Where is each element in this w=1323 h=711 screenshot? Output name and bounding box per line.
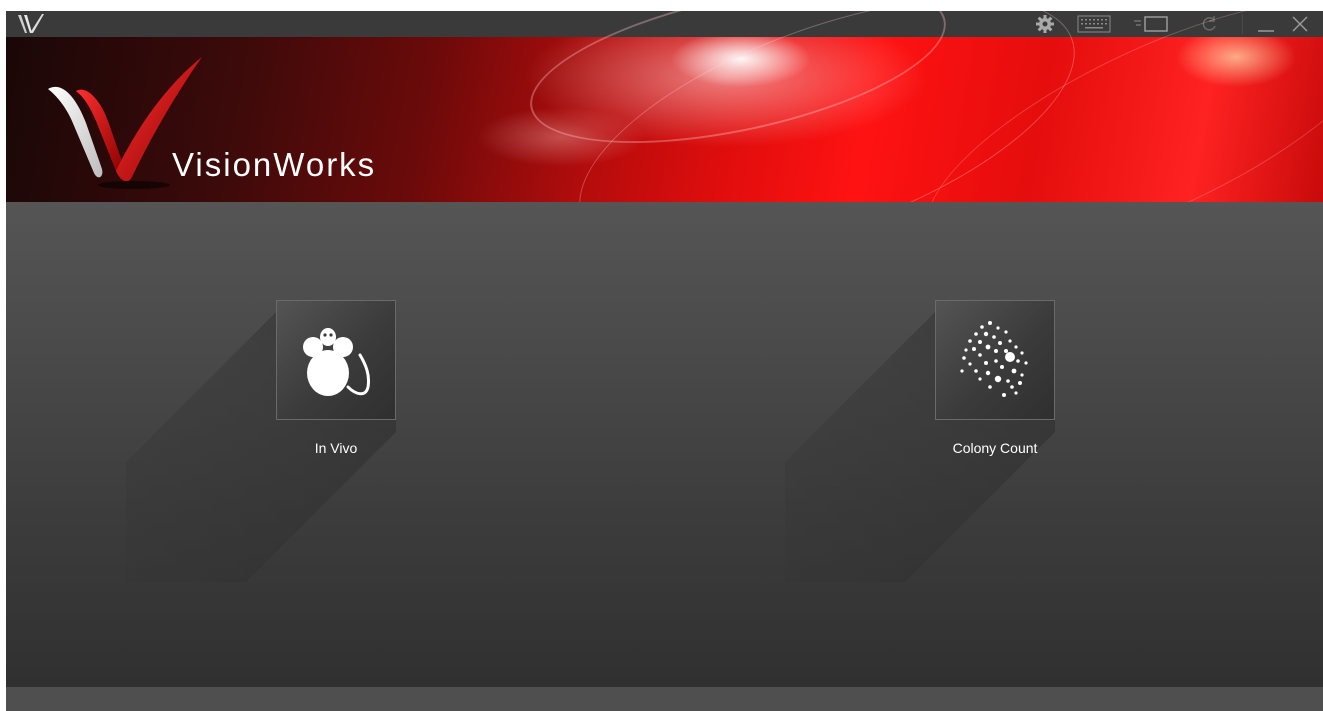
module-launcher-area: In Vivo Colony Count — [6, 202, 1323, 687]
camera-connect-icon[interactable] — [1131, 11, 1171, 37]
refresh-icon[interactable] — [1196, 11, 1222, 37]
app-logo-icon — [18, 14, 44, 33]
banner-sparkle — [476, 107, 646, 167]
module-label: Colony Count — [952, 440, 1038, 456]
visionworks-window: VisionWorks In Vivo Colony Count — [6, 11, 1323, 711]
app-title: VisionWorks — [172, 146, 377, 183]
module-label: In Vivo — [314, 440, 358, 456]
in-vivo-tile-button[interactable] — [276, 300, 396, 420]
keyboard-icon[interactable] — [1076, 11, 1112, 37]
titlebar-divider — [1242, 14, 1243, 34]
title-bar — [6, 11, 1323, 37]
status-bar — [6, 687, 1323, 711]
minimize-icon[interactable] — [1255, 11, 1277, 37]
mouse-icon — [303, 328, 370, 396]
module-tile-colony-count[interactable]: Colony Count — [935, 300, 1055, 456]
close-icon[interactable] — [1288, 11, 1312, 37]
colony-count-tile-button[interactable] — [935, 300, 1055, 420]
settings-gear-icon[interactable] — [1032, 11, 1058, 37]
module-tile-in-vivo[interactable]: In Vivo — [276, 300, 396, 456]
colony-dots-icon — [960, 321, 1028, 397]
header-banner: VisionWorks — [6, 11, 1323, 313]
